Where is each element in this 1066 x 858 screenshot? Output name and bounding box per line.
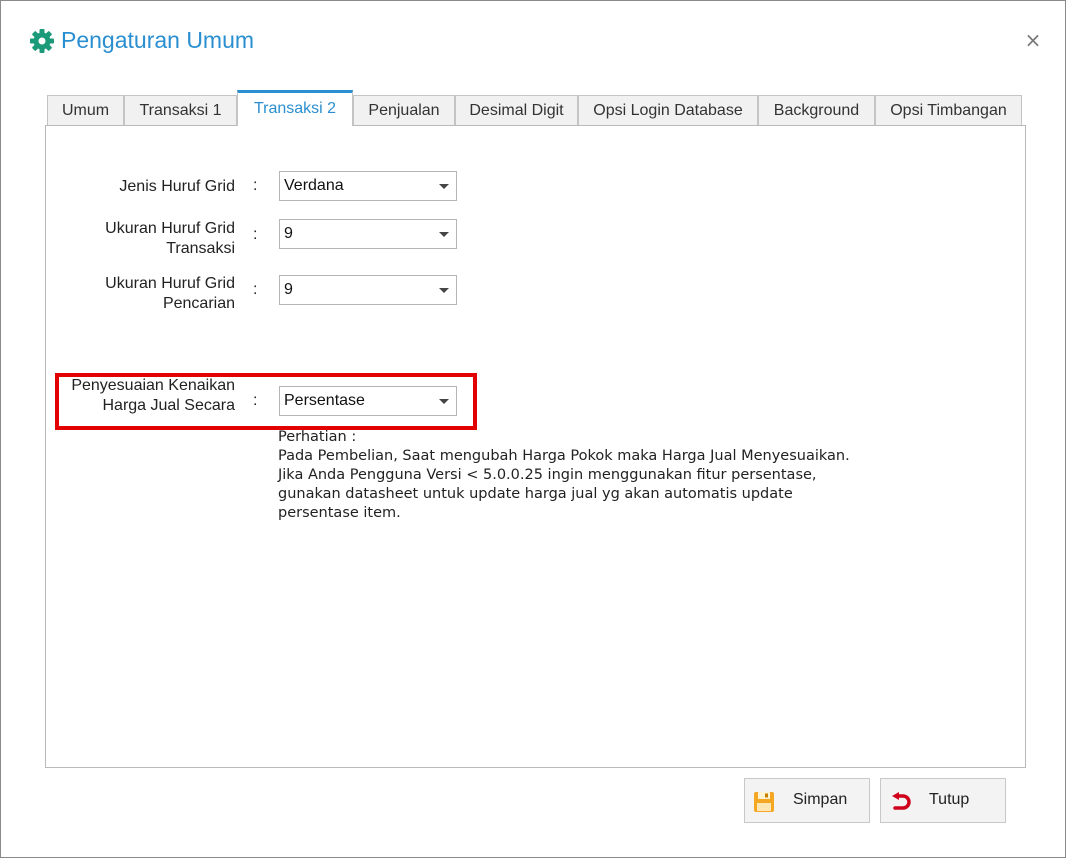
chevron-down-icon <box>439 232 449 237</box>
selected-value: 9 <box>284 225 293 242</box>
tab-opsi-timbangan[interactable]: Opsi Timbangan <box>875 95 1022 125</box>
ukuran-huruf-grid-pencarian-label: Ukuran Huruf Grid Pencarian <box>35 274 235 314</box>
note-text: Perhatian : Pada Pembelian, Saat menguba… <box>278 428 850 523</box>
note-line: Jika Anda Pengguna Versi < 5.0.0.25 ingi… <box>278 467 817 483</box>
simpan-button[interactable]: Simpan <box>744 778 870 823</box>
tab-transaksi-2[interactable]: Transaksi 2 <box>237 90 353 126</box>
ukuran-huruf-grid-transaksi-select[interactable]: 9 <box>279 219 457 249</box>
chevron-down-icon <box>439 184 449 189</box>
label-line: Transaksi <box>166 240 235 257</box>
tutup-button[interactable]: Tutup <box>880 778 1006 823</box>
note-line: persentase item. <box>278 505 401 521</box>
undo-arrow-icon <box>892 792 911 810</box>
note-line: gunakan datasheet untuk update harga jua… <box>278 486 793 502</box>
close-icon[interactable]: × <box>1023 29 1043 51</box>
chevron-down-icon <box>439 288 449 293</box>
separator-colon: : <box>253 177 258 194</box>
tab-bar: Umum Transaksi 1 Transaksi 2 Penjualan D… <box>47 90 1027 126</box>
label-line: Ukuran Huruf Grid <box>105 220 235 237</box>
label-line: Pencarian <box>162 295 235 312</box>
dialog-title: Pengaturan Umum <box>61 27 255 53</box>
settings-dialog: Pengaturan Umum × Umum Transaksi 1 Trans… <box>0 0 1066 858</box>
note-line: Perhatian : <box>278 429 357 445</box>
gear-icon <box>30 29 54 53</box>
selected-value: Verdana <box>284 177 344 194</box>
ukuran-huruf-grid-pencarian-select[interactable]: 9 <box>279 275 457 305</box>
selected-value: 9 <box>284 281 293 298</box>
jenis-huruf-grid-select[interactable]: Verdana <box>279 171 457 201</box>
separator-colon: : <box>253 281 258 298</box>
tab-transaksi-1[interactable]: Transaksi 1 <box>124 95 237 125</box>
separator-colon: : <box>253 226 258 243</box>
label-line: Ukuran Huruf Grid <box>105 275 235 292</box>
note-line: Pada Pembelian, Saat mengubah Harga Poko… <box>278 448 850 464</box>
floppy-disk-icon <box>754 792 774 812</box>
tutup-button-label: Tutup <box>929 791 970 808</box>
tab-penjualan[interactable]: Penjualan <box>353 95 455 125</box>
jenis-huruf-grid-label: Jenis Huruf Grid <box>119 178 235 195</box>
tab-background[interactable]: Background <box>758 95 875 125</box>
tab-desimal-digit[interactable]: Desimal Digit <box>455 95 578 125</box>
simpan-button-label: Simpan <box>793 791 848 808</box>
highlight-box <box>55 373 477 430</box>
tab-umum[interactable]: Umum <box>47 95 124 125</box>
tab-opsi-login-database[interactable]: Opsi Login Database <box>578 95 758 125</box>
ukuran-huruf-grid-transaksi-label: Ukuran Huruf Grid Transaksi <box>35 219 235 259</box>
